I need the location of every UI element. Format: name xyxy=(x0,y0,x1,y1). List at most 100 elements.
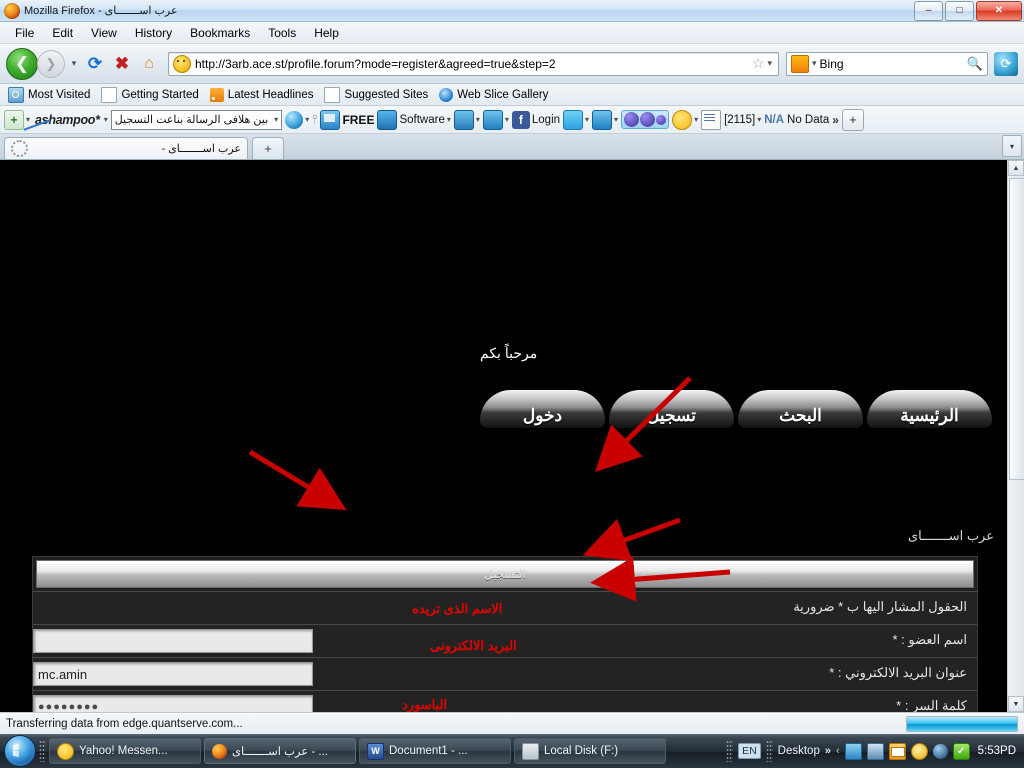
media-player-controls[interactable] xyxy=(621,110,670,129)
tray-mail-icon[interactable] xyxy=(888,742,906,760)
deskband-grip[interactable] xyxy=(765,740,773,762)
media-play-icon[interactable] xyxy=(640,112,656,127)
menu-item-edit[interactable]: Edit xyxy=(43,24,82,42)
menu-item-file[interactable]: File xyxy=(6,24,43,42)
minimize-button[interactable]: – xyxy=(914,1,943,21)
chevron-down-icon[interactable]: ▾ xyxy=(694,115,698,124)
addon-divider: ⫯ xyxy=(312,112,318,126)
bookmark-getting-started[interactable]: Getting Started xyxy=(98,86,204,104)
chevron-down-icon[interactable]: ▾ xyxy=(26,115,30,124)
page-viewport: مرحباً بكم الرئيسية البحث تسجيل دخول عرب… xyxy=(0,160,1024,712)
bookmark-suggested-sites[interactable]: Suggested Sites xyxy=(321,86,434,104)
tray-check-icon[interactable] xyxy=(952,742,970,760)
media-stop-icon[interactable] xyxy=(624,112,640,127)
email-input[interactable]: mc.amin xyxy=(33,662,313,686)
addon-notes[interactable] xyxy=(701,109,722,130)
addon-twitter[interactable]: ▾ xyxy=(563,109,589,130)
tray-shield-icon[interactable] xyxy=(910,742,928,760)
scrollbar-thumb[interactable] xyxy=(1009,178,1024,480)
addon-overflow-button[interactable]: » xyxy=(832,113,839,127)
new-tab-button[interactable]: + xyxy=(252,137,284,159)
back-arrow-icon[interactable]: ❮ xyxy=(6,47,38,80)
history-dropdown-icon[interactable]: ▾ xyxy=(68,58,80,69)
tray-grip[interactable] xyxy=(726,740,734,762)
chevron-down-icon[interactable]: ▾ xyxy=(585,115,589,124)
deskband-label[interactable]: Desktop xyxy=(778,745,820,757)
list-all-tabs-button[interactable]: ▾ xyxy=(1002,135,1022,157)
show-hidden-icons-icon[interactable]: ‹ xyxy=(836,745,840,757)
menu-item-history[interactable]: History xyxy=(126,24,181,42)
url-bar[interactable]: http://3arb.ace.st/profile.forum?mode=re… xyxy=(168,51,779,76)
browser-tab-active[interactable]: عرب اســـــــاى - xyxy=(4,137,248,159)
addon-go-button[interactable]: ▾ xyxy=(285,110,309,129)
chevron-down-icon[interactable]: ▾ xyxy=(104,115,108,124)
stop-icon[interactable]: ✖ xyxy=(110,51,134,77)
chevron-down-icon[interactable]: ▾ xyxy=(614,115,618,124)
taskbar-item-local-disk[interactable]: Local Disk (F:) xyxy=(514,738,666,764)
taskbar-item-firefox[interactable]: عرب اســـــــاى - ... xyxy=(204,738,356,764)
media-record-icon[interactable] xyxy=(656,114,667,125)
close-button[interactable]: ✕ xyxy=(976,1,1022,21)
tray-network-icon[interactable] xyxy=(866,742,884,760)
maximize-button[interactable]: □ xyxy=(945,1,974,21)
chevron-down-icon[interactable]: ▾ xyxy=(757,115,761,124)
ie-icon xyxy=(439,87,454,102)
addon-free-downloads[interactable]: FREE xyxy=(320,109,374,130)
taskbar-clock[interactable]: 5:53PD xyxy=(975,745,1016,757)
forward-arrow-icon[interactable]: ❯ xyxy=(37,49,65,78)
search-input[interactable]: Bing xyxy=(820,57,967,71)
search-engine-dropdown-icon[interactable]: ▾ xyxy=(812,58,817,69)
page-scrollbar[interactable]: ▲ ▼ xyxy=(1007,160,1024,712)
addon-games[interactable]: ▾ xyxy=(453,109,480,130)
bookmark-web-slice-gallery[interactable]: Web Slice Gallery xyxy=(436,87,554,103)
nav-button-register[interactable]: تسجيل xyxy=(609,390,734,428)
addon-globe-icon[interactable]: ⟳ xyxy=(994,51,1018,76)
menu-item-tools[interactable]: Tools xyxy=(259,24,305,42)
scroll-up-icon[interactable]: ▲ xyxy=(1008,160,1024,176)
reload-icon[interactable]: ⟳ xyxy=(83,51,107,77)
url-input[interactable]: http://3arb.ace.st/profile.forum?mode=re… xyxy=(195,57,752,71)
bookmark-latest-headlines[interactable]: Latest Headlines xyxy=(207,87,320,103)
menu-item-help[interactable]: Help xyxy=(305,24,348,42)
chevron-down-icon[interactable]: ▾ xyxy=(476,115,480,124)
menu-item-view[interactable]: View xyxy=(82,24,126,42)
addon-smiley[interactable]: ▾ xyxy=(672,109,698,130)
registration-message-select[interactable]: بين هلافى الرسالة بناعت التسجيل ▾ xyxy=(110,109,283,130)
nav-button-home[interactable]: الرئيسية xyxy=(867,390,992,428)
taskbar-item-yahoo[interactable]: Yahoo! Messen... xyxy=(49,738,201,764)
addon-facebook-login[interactable]: f Login xyxy=(511,110,561,129)
chevron-down-icon[interactable]: ▾ xyxy=(447,115,451,124)
addon-counter[interactable]: [2115] ▾ xyxy=(724,114,761,126)
window-titlebar: عرب اســـــــاى - Mozilla Firefox – □ ✕ xyxy=(0,0,1024,22)
nav-button-search[interactable]: البحث xyxy=(738,390,863,428)
chevron-down-icon[interactable]: ▾ xyxy=(305,115,309,124)
scroll-down-icon[interactable]: ▼ xyxy=(1008,696,1024,712)
ashampoo-toolbar-brand[interactable]: ashampoo* ▾ xyxy=(33,113,108,127)
windows-start-icon[interactable] xyxy=(4,735,36,767)
language-indicator[interactable]: EN xyxy=(738,743,761,759)
bing-icon[interactable] xyxy=(791,54,809,73)
addon-downloader[interactable]: ▾ xyxy=(592,109,618,130)
chevron-down-icon[interactable]: ▾ xyxy=(505,115,509,124)
taskbar-grip[interactable] xyxy=(39,740,46,762)
home-icon[interactable]: ⌂ xyxy=(137,51,161,77)
search-bar[interactable]: ▾ Bing 🔍 xyxy=(786,51,988,76)
search-icon[interactable]: 🔍 xyxy=(967,56,987,72)
nav-button-login[interactable]: دخول xyxy=(480,390,605,428)
chevron-down-icon[interactable]: ▾ xyxy=(274,115,278,124)
taskbar-item-word[interactable]: W Document1 - ... xyxy=(359,738,511,764)
tray-window-icon[interactable] xyxy=(844,742,862,760)
menu-item-bookmarks[interactable]: Bookmarks xyxy=(181,24,259,42)
tray-globe-icon[interactable] xyxy=(932,743,948,759)
url-dropdown-icon[interactable]: ▾ xyxy=(764,58,775,69)
addon-photo[interactable]: ▾ xyxy=(482,109,509,130)
login-label: Login xyxy=(531,113,561,126)
bookmark-star-icon[interactable]: ☆ xyxy=(752,55,765,72)
addon-software[interactable]: Software ▾ xyxy=(377,109,451,130)
addon-add-button[interactable]: ▾ xyxy=(4,109,30,130)
password-input[interactable]: ●●●●●●●● xyxy=(33,695,313,712)
addon-add-toolbar-button[interactable]: + xyxy=(841,108,864,131)
deskband-chevron-icon[interactable]: » xyxy=(825,745,831,757)
username-input[interactable] xyxy=(33,629,313,653)
bookmark-most-visited[interactable]: Most Visited xyxy=(5,86,96,104)
